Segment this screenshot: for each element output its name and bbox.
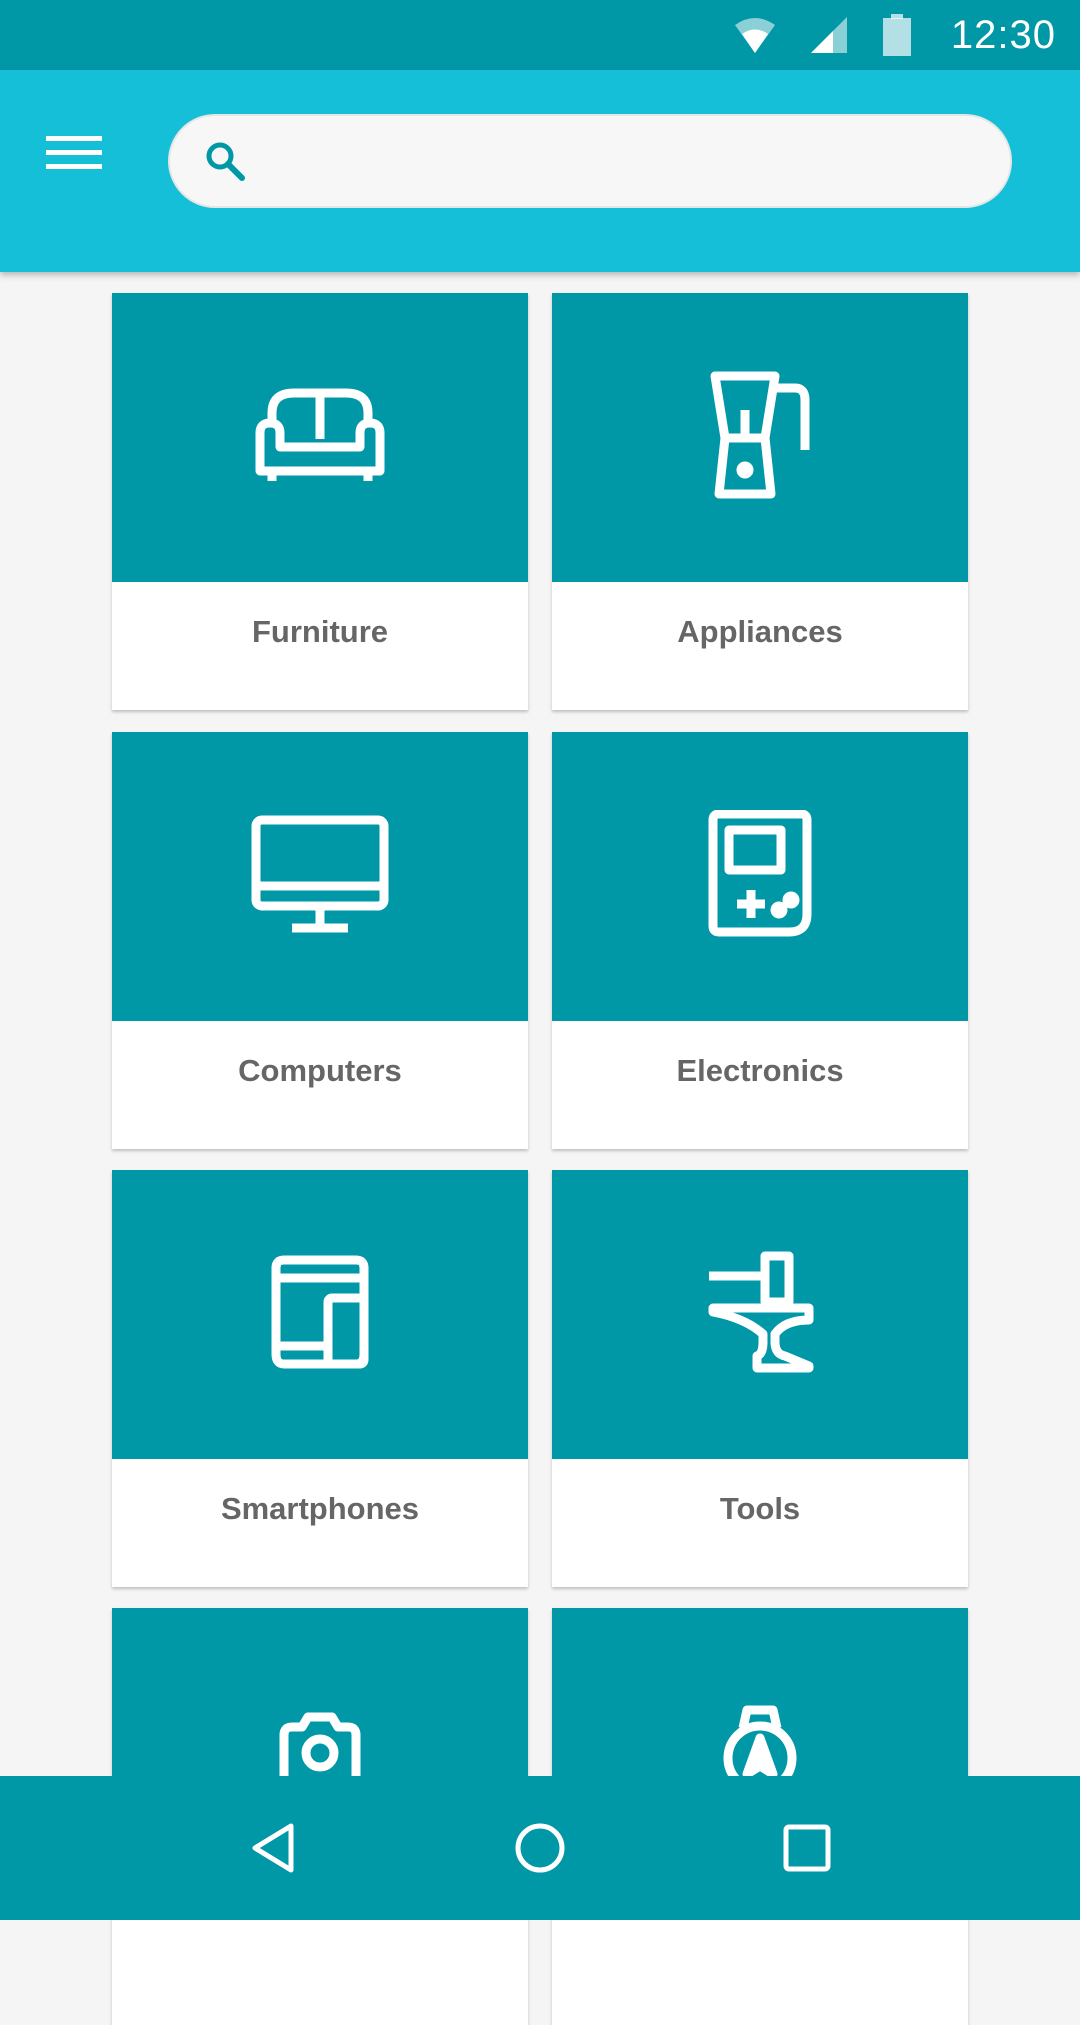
- search-input[interactable]: [266, 120, 970, 202]
- category-label: Electronics: [676, 1053, 844, 1088]
- category-label: Appliances: [677, 614, 843, 649]
- sofa-icon: [250, 387, 390, 488]
- category-card-furniture[interactable]: Furniture: [112, 293, 528, 710]
- handheld-game-icon: [707, 809, 813, 943]
- hamburger-menu-icon[interactable]: [38, 122, 110, 182]
- category-label: Furniture: [251, 614, 389, 649]
- devices-icon: [268, 1254, 372, 1375]
- category-media: [112, 293, 528, 582]
- category-media: [552, 1170, 968, 1459]
- category-label: Tools: [719, 1491, 801, 1526]
- home-icon[interactable]: [490, 1798, 590, 1898]
- back-icon[interactable]: [223, 1798, 323, 1898]
- category-media: [112, 1170, 528, 1459]
- blender-icon: [705, 370, 815, 505]
- category-card-smartphones[interactable]: Smartphones: [112, 1170, 528, 1587]
- category-card-appliances[interactable]: Appliances: [552, 293, 968, 710]
- category-label: Computers: [238, 1053, 402, 1088]
- status-time: 12:30: [950, 12, 1056, 57]
- system-nav-bar: [0, 1776, 1080, 1920]
- category-media: [552, 293, 968, 582]
- search-bar[interactable]: [168, 114, 1012, 208]
- cell-signal-icon: [810, 17, 847, 53]
- search-icon: [204, 140, 246, 182]
- battery-icon: [882, 14, 911, 56]
- anvil-hammer-icon: [705, 1250, 815, 1379]
- category-label: Smartphones: [220, 1491, 420, 1526]
- category-card-electronics[interactable]: Electronics: [552, 732, 968, 1149]
- desktop-monitor-icon: [250, 814, 390, 939]
- category-media: [112, 732, 528, 1021]
- category-card-tools[interactable]: Tools: [552, 1170, 968, 1587]
- wifi-icon: [734, 17, 775, 53]
- category-card-computers[interactable]: Computers: [112, 732, 528, 1149]
- app-bar: [0, 70, 1080, 272]
- recents-icon[interactable]: [757, 1798, 857, 1898]
- status-bar: 12:30: [0, 0, 1080, 70]
- category-media: [552, 732, 968, 1021]
